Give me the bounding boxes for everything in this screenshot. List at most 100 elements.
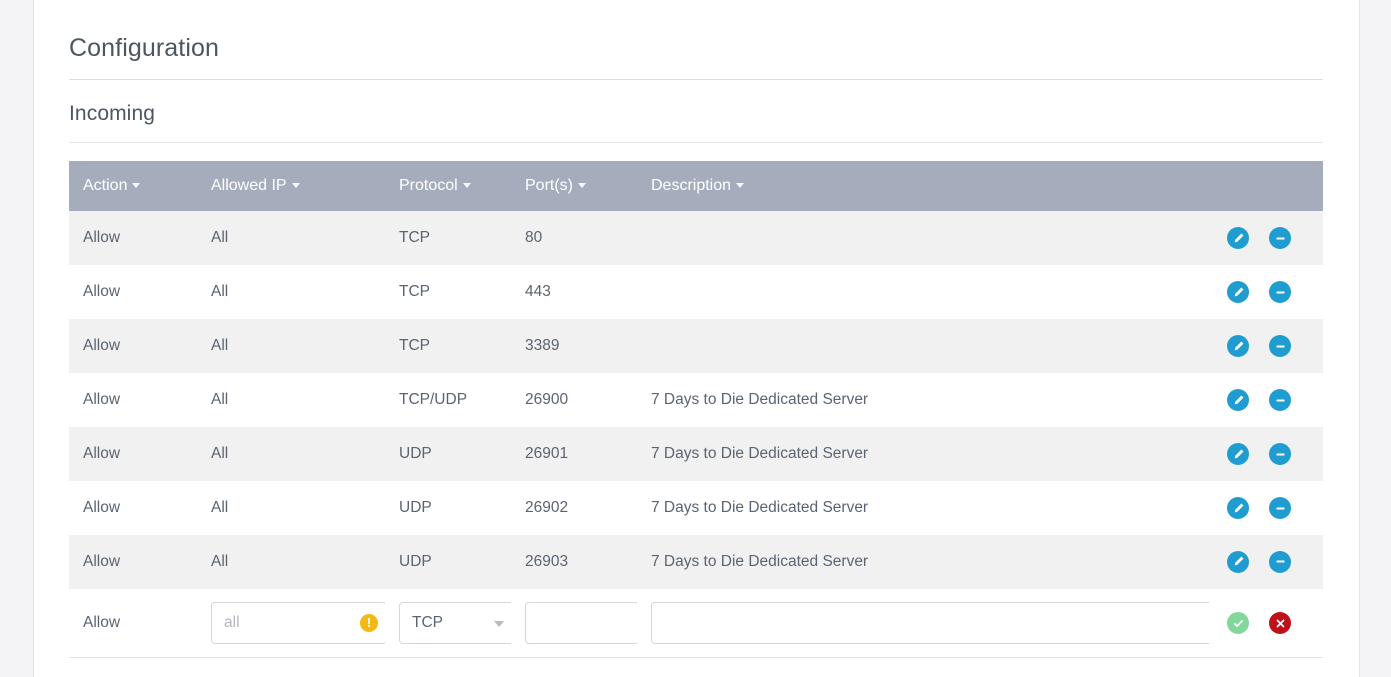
chevron-down-icon[interactable]: [462, 183, 471, 189]
chevron-down-icon[interactable]: [291, 183, 300, 189]
pencil-icon[interactable]: [1227, 443, 1249, 465]
table-header-row: Action Allowed IP Protocol Port(s) Descr…: [69, 161, 1323, 211]
content-panel: Configuration Incoming Action Allowed IP…: [33, 0, 1360, 677]
chevron-down-icon[interactable]: [578, 183, 586, 189]
new-rule-action-label: Allow: [69, 588, 197, 658]
protocol-select-wrapper: TCP: [399, 602, 511, 644]
row-actions: [1223, 550, 1323, 573]
cell-allowed-ip: All: [197, 481, 385, 535]
cell-ports: 443: [511, 265, 637, 319]
cell-action: Allow: [69, 319, 197, 373]
row-actions: [1223, 497, 1323, 519]
column-header-ports-label: Port(s): [525, 177, 573, 194]
cell-description: [637, 319, 1209, 373]
row-actions: [1223, 281, 1323, 303]
row-actions: [1223, 443, 1323, 465]
row-actions: [1223, 389, 1323, 411]
page-title: Configuration: [69, 0, 1323, 80]
new-rule-ports-cell: [511, 588, 637, 658]
pencil-icon[interactable]: [1227, 227, 1249, 249]
column-header-protocol-label: Protocol: [399, 177, 458, 194]
cell-allowed-ip: All: [197, 265, 385, 319]
ports-input[interactable]: [525, 602, 637, 644]
firewall-rules-table: Action Allowed IP Protocol Port(s) Descr…: [69, 161, 1323, 658]
new-rule-row: Allow ! TCP: [69, 588, 1323, 658]
allowed-ip-input[interactable]: [211, 602, 385, 644]
new-rule-actions: [1223, 612, 1323, 634]
cell-row-actions: [1209, 373, 1323, 427]
column-header-allowed-ip[interactable]: Allowed IP: [197, 161, 385, 211]
cell-protocol: TCP: [385, 265, 511, 319]
table-row: Allow All TCP 3389: [69, 319, 1323, 373]
cell-description: [637, 265, 1209, 319]
protocol-select-value: TCP: [412, 614, 443, 631]
cell-ports: 26901: [511, 427, 637, 481]
cell-description: 7 Days to Die Dedicated Server: [637, 535, 1209, 589]
cell-ports: 26900: [511, 373, 637, 427]
minus-circle-icon[interactable]: [1269, 227, 1291, 249]
warning-icon-glyph: !: [366, 615, 372, 630]
pencil-icon[interactable]: [1227, 389, 1249, 411]
cell-protocol: UDP: [385, 535, 511, 589]
table-row: Allow All TCP 80: [69, 211, 1323, 265]
cell-allowed-ip: All: [197, 211, 385, 265]
pencil-icon[interactable]: [1227, 335, 1249, 357]
table-row: Allow All TCP 443: [69, 265, 1323, 319]
minus-circle-icon[interactable]: [1269, 497, 1291, 519]
table-row: Allow All UDP 26902 7 Days to Die Dedica…: [69, 481, 1323, 535]
cell-action: Allow: [69, 427, 197, 481]
content-inner: Configuration Incoming Action Allowed IP…: [34, 0, 1359, 658]
column-header-ports[interactable]: Port(s): [511, 161, 637, 211]
section-title-incoming: Incoming: [69, 80, 1323, 143]
cell-allowed-ip: All: [197, 319, 385, 373]
cell-protocol: UDP: [385, 427, 511, 481]
cell-description: 7 Days to Die Dedicated Server: [637, 427, 1209, 481]
cell-description: 7 Days to Die Dedicated Server: [637, 481, 1209, 535]
column-header-action[interactable]: Action: [69, 161, 197, 211]
cell-row-actions: [1209, 211, 1323, 265]
chevron-down-icon[interactable]: [132, 183, 141, 189]
new-rule-allowed-ip-cell: !: [197, 588, 385, 658]
row-actions: [1223, 335, 1323, 357]
column-header-allowed-ip-label: Allowed IP: [211, 177, 287, 194]
cell-ports: 80: [511, 211, 637, 265]
new-rule-actions-cell: [1209, 588, 1323, 658]
minus-circle-icon[interactable]: [1269, 550, 1291, 573]
cell-row-actions: [1209, 319, 1323, 373]
minus-circle-icon[interactable]: [1269, 281, 1291, 303]
table-row: Allow All TCP/UDP 26900 7 Days to Die De…: [69, 373, 1323, 427]
minus-circle-icon[interactable]: [1269, 389, 1291, 411]
cell-protocol: UDP: [385, 481, 511, 535]
pencil-icon[interactable]: [1227, 497, 1249, 519]
new-rule-description-cell: [637, 588, 1209, 658]
cell-description: 7 Days to Die Dedicated Server: [637, 373, 1209, 427]
row-actions: [1223, 227, 1323, 249]
minus-circle-icon[interactable]: [1269, 335, 1291, 357]
column-header-description[interactable]: Description: [637, 161, 1209, 211]
table-header: Action Allowed IP Protocol Port(s) Descr…: [69, 161, 1323, 211]
check-circle-icon[interactable]: [1227, 612, 1249, 634]
column-header-description-label: Description: [651, 177, 732, 194]
cell-description: [637, 211, 1209, 265]
x-circle-icon[interactable]: [1269, 612, 1291, 634]
cell-row-actions: [1209, 265, 1323, 319]
cell-action: Allow: [69, 535, 197, 589]
cell-action: Allow: [69, 265, 197, 319]
cell-action: Allow: [69, 481, 197, 535]
column-header-protocol[interactable]: Protocol: [385, 161, 511, 211]
pencil-icon[interactable]: [1227, 550, 1249, 573]
app-root: Configuration Incoming Action Allowed IP…: [0, 0, 1391, 677]
cell-row-actions: [1209, 427, 1323, 481]
chevron-down-icon[interactable]: [736, 183, 745, 189]
table-row: Allow All UDP 26901 7 Days to Die Dedica…: [69, 427, 1323, 481]
cell-action: Allow: [69, 211, 197, 265]
description-input[interactable]: [651, 602, 1209, 644]
minus-circle-icon[interactable]: [1269, 443, 1291, 465]
table-row: Allow All UDP 26903 7 Days to Die Dedica…: [69, 535, 1323, 589]
new-rule-protocol-cell: TCP: [385, 588, 511, 658]
cell-action: Allow: [69, 373, 197, 427]
pencil-icon[interactable]: [1227, 281, 1249, 303]
column-header-actions: [1209, 161, 1323, 211]
protocol-select[interactable]: TCP: [399, 602, 511, 644]
cell-ports: 26902: [511, 481, 637, 535]
